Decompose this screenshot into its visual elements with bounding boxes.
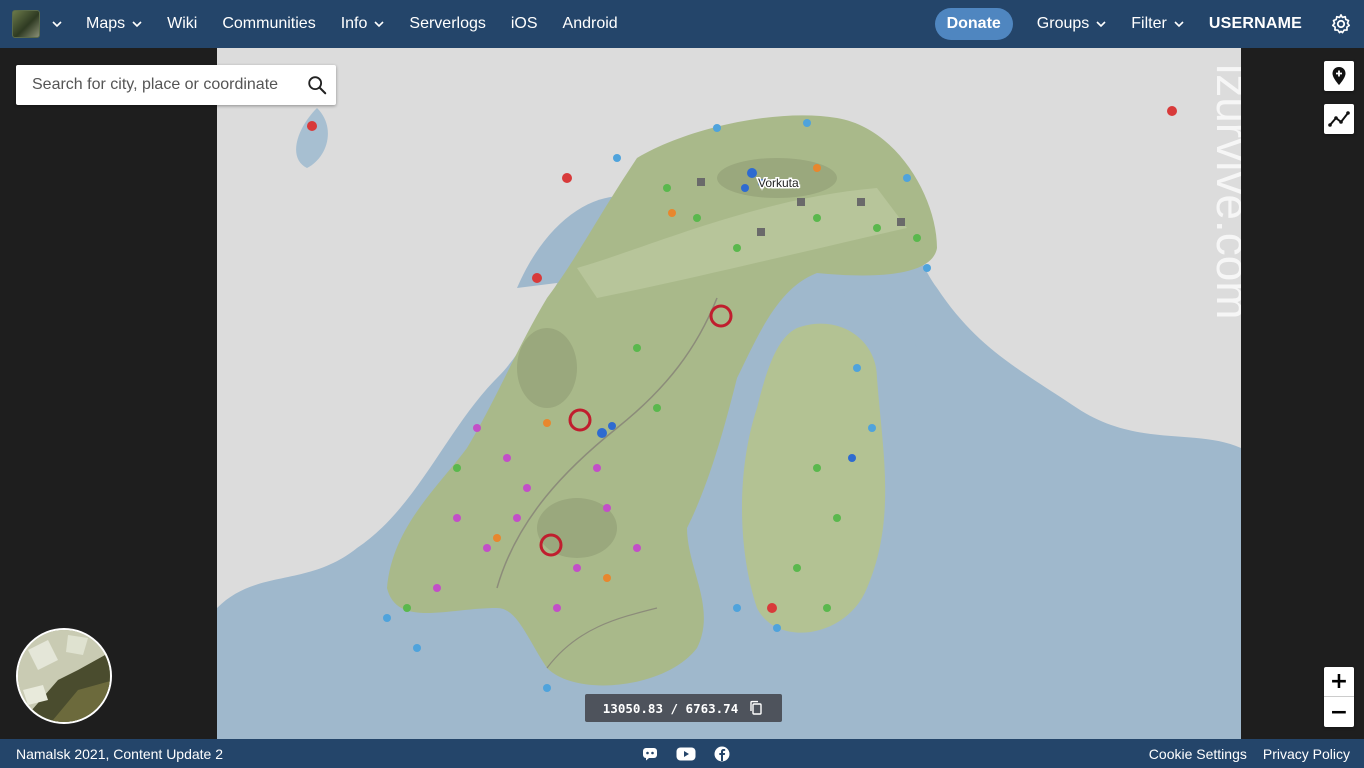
nav-wiki-label: Wiki: [167, 15, 198, 32]
nav-groups[interactable]: Groups: [1037, 15, 1106, 33]
chevron-down-icon[interactable]: [52, 19, 62, 29]
map-version: Namalsk 2021, Content Update 2: [16, 745, 224, 762]
nav-maps-label: Maps: [86, 15, 126, 32]
nav-info-label: Info: [340, 15, 368, 32]
youtube-icon[interactable]: [676, 744, 696, 764]
chevron-down-icon: [374, 21, 384, 28]
zoom-control: + −: [1324, 667, 1354, 727]
gear-icon[interactable]: [1330, 13, 1352, 35]
minimap[interactable]: [16, 628, 112, 724]
copy-icon[interactable]: [748, 700, 764, 716]
nav-communities-label: Communities: [222, 15, 316, 32]
nav-ios-label: iOS: [510, 15, 538, 32]
nav-maps[interactable]: Maps: [86, 15, 142, 33]
map-graphic: izurvive.com Vorkuta: [217, 48, 1241, 739]
chevron-down-icon: [1096, 21, 1106, 28]
cookie-settings-link[interactable]: Cookie Settings: [1149, 746, 1247, 762]
facebook-icon[interactable]: [712, 744, 732, 764]
nav-android[interactable]: Android: [563, 15, 618, 33]
minimap-graphic: [18, 630, 110, 722]
footer-links: Cookie Settings Privacy Policy: [1133, 746, 1350, 762]
nav-info[interactable]: Info: [341, 15, 385, 33]
nav-communities[interactable]: Communities: [222, 15, 315, 33]
nav-filter[interactable]: Filter: [1131, 15, 1184, 33]
measure-icon: [1328, 111, 1350, 127]
nav-android-label: Android: [562, 15, 618, 32]
chevron-down-icon: [132, 21, 142, 28]
search-box: [16, 65, 336, 105]
map-canvas[interactable]: izurvive.com Vorkuta: [217, 48, 1241, 739]
nav-serverlogs-label: Serverlogs: [409, 15, 486, 32]
discord-icon[interactable]: [640, 744, 660, 764]
nav-filter-label: Filter: [1131, 15, 1167, 32]
footer: Namalsk 2021, Content Update 2 Cookie Se…: [0, 739, 1364, 768]
add-marker-button[interactable]: [1324, 61, 1354, 91]
chevron-down-icon: [1174, 21, 1184, 28]
nav-wiki[interactable]: Wiki: [167, 15, 197, 33]
nav-ios[interactable]: iOS: [511, 15, 538, 33]
search-icon[interactable]: [306, 74, 328, 96]
add-marker-icon: [1332, 67, 1346, 85]
map-watermark: izurvive.com: [1207, 64, 1241, 320]
app-logo[interactable]: [12, 10, 40, 38]
search-input[interactable]: [16, 65, 306, 105]
donate-button[interactable]: Donate: [934, 8, 1013, 40]
privacy-policy-link[interactable]: Privacy Policy: [1263, 746, 1350, 762]
nav-groups-label: Groups: [1036, 15, 1090, 32]
username-link[interactable]: USERNAME: [1209, 15, 1302, 33]
zoom-in-button[interactable]: +: [1324, 667, 1354, 697]
city-label: Vorkuta: [758, 176, 799, 190]
coordinate-readout: 13050.83 / 6763.74: [585, 694, 782, 722]
top-navbar: Maps Wiki Communities Info Serverlogs iO…: [0, 0, 1364, 48]
nav-serverlogs[interactable]: Serverlogs: [409, 15, 485, 33]
coordinate-text: 13050.83 / 6763.74: [602, 700, 739, 716]
social-links: [640, 744, 748, 764]
zoom-out-button[interactable]: −: [1324, 697, 1354, 727]
measure-button[interactable]: [1324, 104, 1354, 134]
